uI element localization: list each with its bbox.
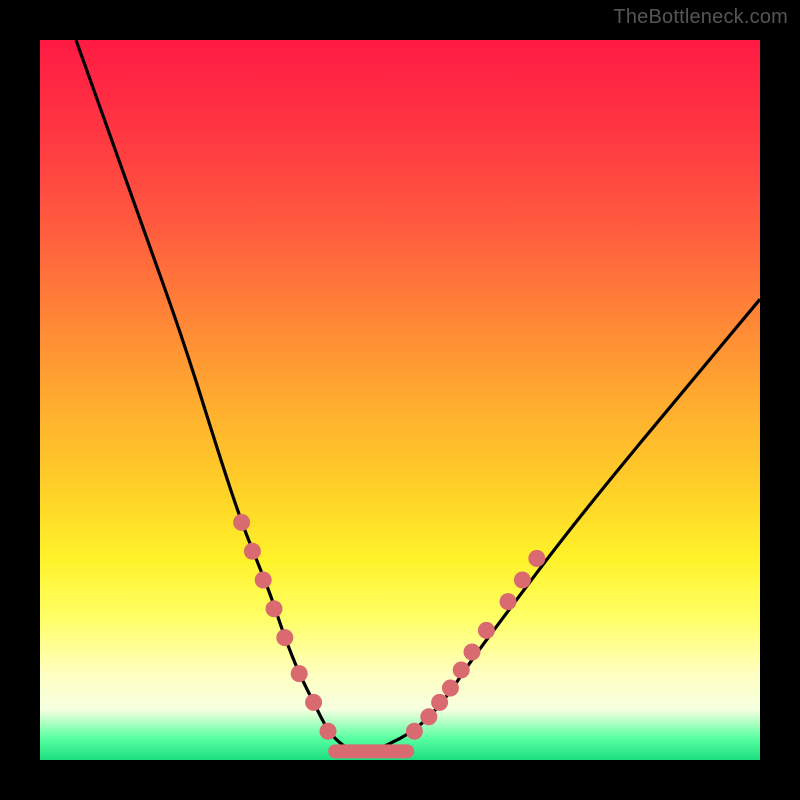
marker-dot	[453, 662, 470, 679]
bottleneck-curve	[76, 40, 760, 753]
marker-dot	[406, 723, 423, 740]
marker-dot	[431, 694, 448, 711]
marker-dot	[266, 600, 283, 617]
marker-dot	[420, 708, 437, 725]
plot-area	[40, 40, 760, 760]
marker-dot	[244, 543, 261, 560]
watermark-text: TheBottleneck.com	[613, 6, 788, 29]
marker-dot	[514, 572, 531, 589]
marker-dot	[442, 680, 459, 697]
marker-dot	[528, 550, 545, 567]
marker-dot	[500, 593, 517, 610]
marker-dot	[255, 572, 272, 589]
curve-svg	[40, 40, 760, 760]
marker-dot	[305, 694, 322, 711]
marker-dot	[320, 723, 337, 740]
chart-stage: TheBottleneck.com	[0, 0, 800, 800]
marker-dot	[276, 629, 293, 646]
marker-dot	[291, 665, 308, 682]
marker-dot	[464, 644, 481, 661]
marker-dot	[478, 622, 495, 639]
marker-dot	[233, 514, 250, 531]
